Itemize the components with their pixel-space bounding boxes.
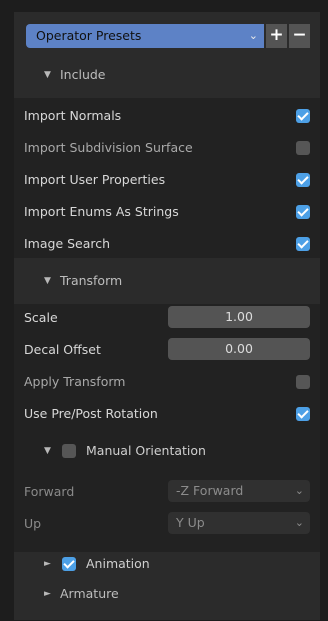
transform-header-label: Transform [60, 273, 123, 288]
forward-dropdown[interactable]: -Z Forward ⌄ [168, 480, 310, 502]
include-header-label: Include [60, 67, 106, 82]
image-search-label: Image Search [24, 236, 111, 251]
scale-row: Scale 1.00 [24, 304, 310, 332]
apply-transform-checkbox[interactable] [296, 375, 310, 389]
import-subdivision-label: Import Subdivision Surface [24, 140, 193, 155]
scale-field[interactable]: 1.00 [168, 306, 310, 328]
import-normals-label: Import Normals [24, 108, 122, 123]
remove-preset-button[interactable]: − [289, 24, 310, 48]
armature-label: Armature [60, 586, 119, 601]
expanded-triangle-icon: ▼ [44, 70, 51, 80]
armature-section-header[interactable]: ► Armature [14, 579, 320, 609]
import-enums-label: Import Enums As Strings [24, 204, 179, 219]
manual-orientation-header[interactable]: ▼ Manual Orientation [14, 436, 320, 466]
use-pre-post-rotation-label: Use Pre/Post Rotation [24, 406, 158, 421]
up-value: Y Up [176, 515, 205, 530]
operator-presets-dropdown[interactable]: Operator Presets ⌄ [26, 24, 264, 48]
import-options-panel: Operator Presets ⌄ + − ▼ Include Import … [14, 12, 320, 620]
forward-label: Forward [24, 484, 75, 499]
expanded-triangle-icon: ▼ [44, 276, 51, 286]
import-enums-row[interactable]: Import Enums As Strings [24, 198, 310, 226]
chevron-down-icon: ⌄ [248, 29, 258, 42]
use-pre-post-rotation-checkbox[interactable] [296, 407, 310, 421]
decal-offset-row: Decal Offset 0.00 [24, 336, 310, 364]
image-search-row[interactable]: Image Search [24, 230, 310, 258]
animation-checkbox[interactable] [62, 557, 76, 571]
apply-transform-row[interactable]: Apply Transform [24, 368, 310, 396]
up-row: Up Y Up ⌄ [24, 510, 310, 538]
import-normals-checkbox[interactable] [296, 109, 310, 123]
collapsed-triangle-icon: ► [44, 559, 51, 569]
scale-label: Scale [24, 310, 58, 325]
import-normals-row[interactable]: Import Normals [24, 102, 310, 130]
import-user-properties-row[interactable]: Import User Properties [24, 166, 310, 194]
add-preset-button[interactable]: + [266, 24, 287, 48]
collapsed-triangle-icon: ► [44, 589, 51, 599]
animation-label: Animation [86, 556, 150, 571]
decal-offset-field[interactable]: 0.00 [168, 338, 310, 360]
decal-offset-label: Decal Offset [24, 342, 101, 357]
up-dropdown[interactable]: Y Up ⌄ [168, 512, 310, 534]
import-user-properties-label: Import User Properties [24, 172, 166, 187]
manual-orientation-label: Manual Orientation [86, 443, 206, 458]
use-pre-post-rotation-row[interactable]: Use Pre/Post Rotation [24, 400, 310, 428]
import-subdivision-checkbox[interactable] [296, 141, 310, 155]
transform-section-header[interactable]: ▼ Transform [14, 266, 320, 296]
expanded-triangle-icon: ▼ [44, 446, 51, 456]
import-enums-checkbox[interactable] [296, 205, 310, 219]
transform-section-body: Scale 1.00 Decal Offset 0.00 Apply Trans… [14, 304, 320, 552]
chevron-down-icon: ⌄ [294, 516, 304, 529]
include-section-body: Import Normals Import Subdivision Surfac… [14, 98, 320, 258]
forward-value: -Z Forward [176, 483, 244, 498]
include-section-header[interactable]: ▼ Include [14, 60, 320, 90]
forward-row: Forward -Z Forward ⌄ [24, 478, 310, 506]
chevron-down-icon: ⌄ [294, 484, 304, 497]
operator-presets-label: Operator Presets [36, 28, 142, 43]
import-user-properties-checkbox[interactable] [296, 173, 310, 187]
apply-transform-label: Apply Transform [24, 374, 126, 389]
operator-presets-row: Operator Presets ⌄ + − [26, 24, 310, 48]
manual-orientation-checkbox[interactable] [62, 444, 76, 458]
import-subdivision-row[interactable]: Import Subdivision Surface [24, 134, 310, 162]
image-search-checkbox[interactable] [296, 237, 310, 251]
up-label: Up [24, 516, 42, 531]
animation-section-header[interactable]: ► Animation [14, 549, 320, 579]
